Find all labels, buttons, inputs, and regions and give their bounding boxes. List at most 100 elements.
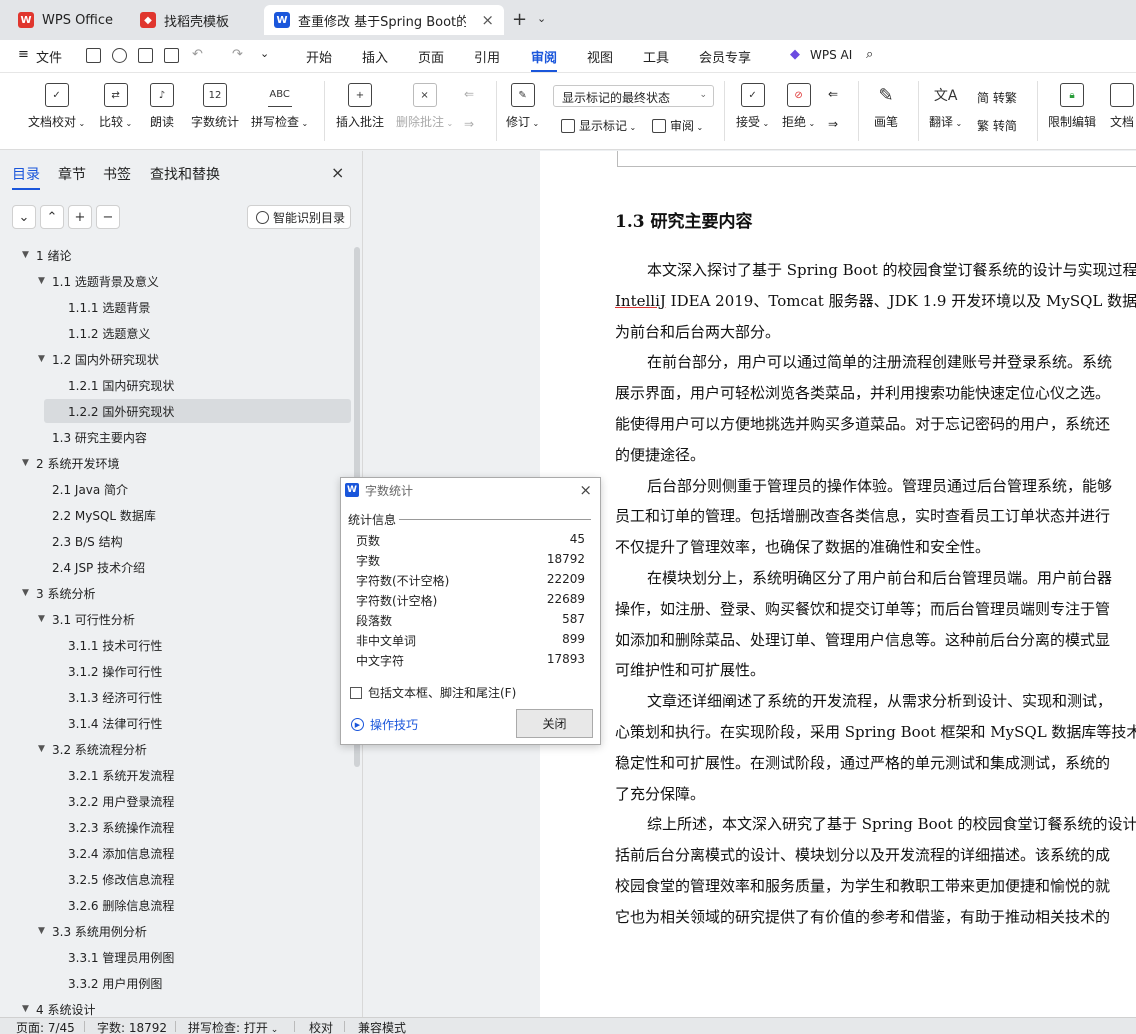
menu-references[interactable]: 引用 — [474, 47, 500, 66]
next-change-icon[interactable]: ⇒ — [828, 117, 838, 131]
nav-tab-bookmarks[interactable]: 书签 — [103, 164, 131, 184]
toc-item[interactable]: 3.1.1 技术可行性 — [0, 633, 352, 657]
doc-check-button[interactable]: ✓ 文档校对 ⌄ — [28, 83, 85, 130]
spell-check-button[interactable]: ABC 拼写检查 ⌄ — [251, 83, 308, 130]
pen-button[interactable]: ✎ 画笔 — [874, 83, 898, 130]
doc-rights-button[interactable]: 文档 — [1110, 83, 1134, 130]
smart-toc-button[interactable]: 智能识别目录 — [247, 205, 351, 229]
close-icon[interactable]: × — [579, 481, 592, 499]
toc-item[interactable]: 3.1.4 法律可行性 — [0, 711, 352, 735]
toc-item[interactable]: 2.4 JSP 技术介绍 — [0, 555, 352, 579]
toc-item[interactable]: 3.2.4 添加信息流程 — [0, 841, 352, 865]
next-comment-icon[interactable]: ⇒ — [464, 117, 474, 131]
expand-toggle-icon[interactable]: ▼ — [22, 1004, 36, 1014]
toc-item[interactable]: 3.1.3 经济可行性 — [0, 685, 352, 709]
accept-button[interactable]: ✓ 接受 ⌄ — [736, 83, 769, 130]
toc-item[interactable]: ▼ 3.2 系统流程分析 — [0, 737, 352, 761]
page-indicator[interactable]: 页面: 7/45 — [16, 1019, 75, 1034]
toc-item[interactable]: 3.2.3 系统操作流程 — [0, 815, 352, 839]
expand-toggle-icon[interactable]: ▼ — [38, 744, 52, 754]
expand-toggle-icon[interactable]: ▼ — [38, 276, 52, 286]
chevron-down-icon[interactable]: ⌄ — [537, 12, 546, 25]
proofread-indicator[interactable]: 校对 — [309, 1019, 333, 1034]
expand-toggle-icon[interactable]: ▼ — [38, 354, 52, 364]
close-button[interactable]: 关闭 — [516, 709, 593, 738]
tips-link[interactable]: ▶ 操作技巧 — [351, 716, 418, 733]
share-icon[interactable] — [112, 48, 127, 63]
menu-member[interactable]: 会员专享 — [699, 47, 751, 66]
toc-item[interactable]: 3.2.2 用户登录流程 — [0, 789, 352, 813]
spelling-flagged-word[interactable]: IntelliJ — [615, 292, 666, 310]
toc-item[interactable]: 1.1.2 选题意义 — [0, 321, 352, 345]
include-textbox-checkbox[interactable] — [350, 686, 362, 699]
add-heading-button[interactable]: + — [68, 205, 92, 229]
revise-button[interactable]: ✎ 修订 ⌄ — [506, 83, 539, 130]
menu-review[interactable]: 审阅 — [531, 47, 558, 72]
close-icon[interactable]: × — [331, 163, 344, 182]
spell-check-indicator[interactable]: 拼写检查: 打开 ⌄ — [188, 1019, 278, 1034]
expand-toggle-icon[interactable]: ▼ — [22, 458, 36, 468]
menu-view[interactable]: 视图 — [587, 47, 613, 66]
chevron-down-icon[interactable]: ⌄ — [260, 47, 269, 60]
remove-heading-button[interactable]: − — [96, 205, 120, 229]
compare-button[interactable]: ⇄ 比较 ⌄ — [99, 83, 132, 130]
delete-comment-button[interactable]: × 删除批注 ⌄ — [396, 83, 453, 130]
expand-toggle-icon[interactable]: ▼ — [38, 614, 52, 624]
word-count-indicator[interactable]: 字数: 18792 — [97, 1019, 167, 1034]
toc-item[interactable]: 3.2.6 删除信息流程 — [0, 893, 352, 917]
toc-item[interactable]: ▼ 3.1 可行性分析 — [0, 607, 352, 631]
menu-page[interactable]: 页面 — [418, 47, 444, 66]
tab-document[interactable]: W 查重修改 基于Spring Boot的 × — [264, 5, 504, 35]
menu-wps-ai[interactable]: WPS AI — [810, 48, 852, 62]
redo-icon[interactable]: ↷ — [232, 47, 243, 62]
menu-file[interactable]: 文件 — [36, 47, 62, 66]
include-textbox-option[interactable]: 包括文本框、脚注和尾注(F) — [350, 684, 516, 701]
expand-toggle-icon[interactable]: ▼ — [22, 588, 36, 598]
toc-item[interactable]: 3.2.1 系统开发流程 — [0, 763, 352, 787]
nav-tab-toc[interactable]: 目录 — [12, 164, 40, 190]
translate-button[interactable]: 文A 翻译 ⌄ — [929, 83, 962, 130]
search-icon[interactable]: ⌕ — [866, 47, 873, 62]
collapse-all-button[interactable]: ⌄ — [12, 205, 36, 229]
previous-comment-icon[interactable]: ⇐ — [464, 87, 474, 101]
toc-item[interactable]: 2.3 B/S 结构 — [0, 529, 352, 553]
tab-docer[interactable]: ◆ 找稻壳模板 — [130, 5, 258, 35]
menu-icon[interactable]: ≡ — [18, 47, 29, 62]
save-icon[interactable] — [86, 48, 101, 63]
previous-change-icon[interactable]: ⇐ — [828, 87, 838, 101]
toc-item[interactable]: ▼ 1 绪论 — [0, 243, 352, 267]
toc-item[interactable]: 3.1.2 操作可行性 — [0, 659, 352, 683]
toc-item[interactable]: 1.2.1 国内研究现状 — [0, 373, 352, 397]
toc-item[interactable]: 1.2.2 国外研究现状 — [44, 399, 351, 423]
tab-wps-office[interactable]: W WPS Office — [8, 5, 124, 35]
restrict-edit-button[interactable]: 🔒︎ 限制编辑 — [1048, 83, 1096, 130]
word-count-button[interactable]: 12 字数统计 — [191, 83, 239, 130]
expand-up-button[interactable]: ⌃ — [40, 205, 64, 229]
expand-toggle-icon[interactable]: ▼ — [38, 926, 52, 936]
document-page[interactable]: 1.3 研究主要内容 本文深入探讨了基于 Spring Boot 的校园食堂订餐… — [540, 151, 1136, 1017]
close-icon[interactable]: × — [481, 11, 494, 29]
new-tab-button[interactable]: + — [512, 9, 527, 30]
menu-insert[interactable]: 插入 — [362, 47, 388, 66]
nav-tab-chapters[interactable]: 章节 — [58, 164, 86, 184]
reject-button[interactable]: ⊘ 拒绝 ⌄ — [782, 83, 815, 130]
menu-start[interactable]: 开始 — [306, 47, 332, 66]
toc-item[interactable]: ▼ 3.3 系统用例分析 — [0, 919, 352, 943]
toc-item[interactable]: 3.3.2 用户用例图 — [0, 971, 352, 995]
toc-item[interactable]: ▼ 2 系统开发环境 — [0, 451, 352, 475]
toc-item[interactable]: 2.1 Java 简介 — [0, 477, 352, 501]
print-preview-icon[interactable] — [164, 48, 179, 63]
to-simplified-button[interactable]: 繁 转简 — [977, 117, 1017, 134]
insert-comment-button[interactable]: + 插入批注 — [336, 83, 384, 130]
to-traditional-button[interactable]: 简 转繁 — [977, 89, 1017, 106]
read-aloud-button[interactable]: ♪ 朗读 — [150, 83, 174, 130]
review-pane-button[interactable]: 审阅 ⌄ — [652, 117, 703, 134]
undo-icon[interactable]: ↶ — [192, 47, 203, 62]
nav-tab-find-replace[interactable]: 查找和替换 — [150, 164, 220, 184]
toc-item[interactable]: 1.1.1 选题背景 — [0, 295, 352, 319]
toc-item[interactable]: 2.2 MySQL 数据库 — [0, 503, 352, 527]
toc-item[interactable]: ▼ 1.1 选题背景及意义 — [0, 269, 352, 293]
show-markup-button[interactable]: 显示标记 ⌄ — [561, 117, 636, 134]
dialog-titlebar[interactable]: W 字数统计 — [341, 478, 600, 502]
toc-item[interactable]: 1.3 研究主要内容 — [0, 425, 352, 449]
